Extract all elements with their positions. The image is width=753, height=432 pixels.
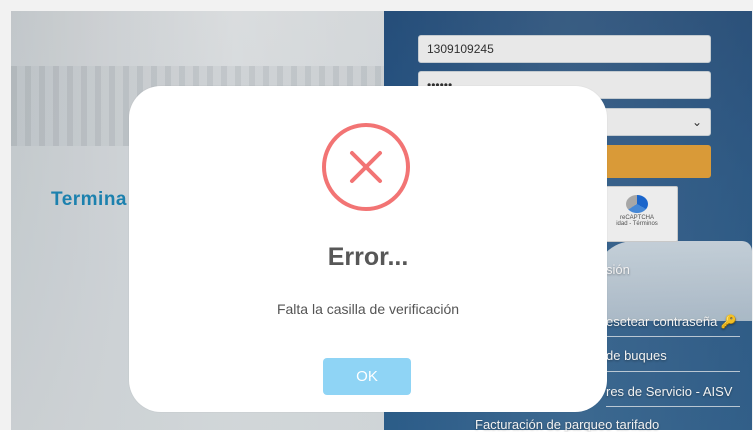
dialog-title: Error... [327, 243, 409, 271]
error-dialog: Error... Falta la casilla de verificació… [129, 86, 607, 412]
ok-button[interactable]: OK [323, 358, 411, 395]
error-x-icon [322, 123, 410, 211]
dialog-message: Falta la casilla de verificación [276, 301, 460, 317]
